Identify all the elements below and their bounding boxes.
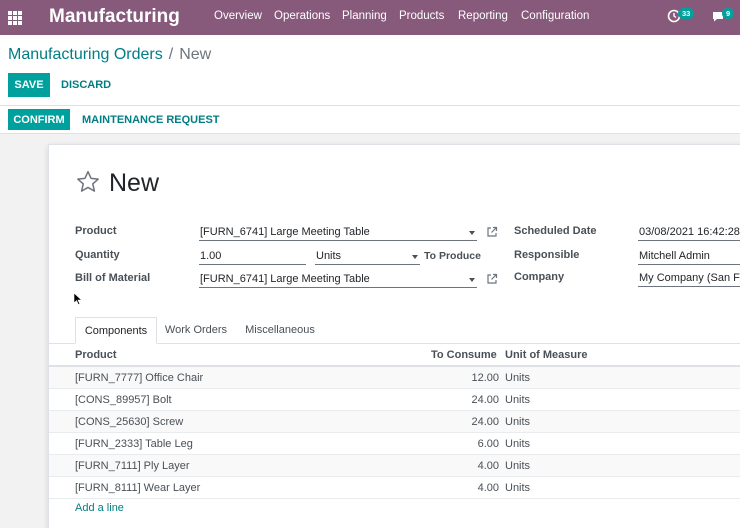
apps-grid-icon[interactable] [8, 11, 22, 25]
bom-value: [FURN_6741] Large Meeting Table [200, 273, 370, 285]
breadcrumb: Manufacturing Orders / New [8, 46, 211, 64]
quantity-label: Quantity [75, 249, 120, 261]
star-icon[interactable] [75, 169, 101, 195]
app-brand[interactable]: Manufacturing [49, 6, 180, 28]
notebook-tabs: Components Work Orders Miscellaneous [49, 317, 740, 344]
row-uom: Units [505, 460, 531, 472]
row-uom: Units [505, 372, 531, 384]
row-product: [FURN_2333] Table Leg [75, 438, 193, 450]
tab-miscellaneous[interactable]: Miscellaneous [235, 317, 325, 344]
mouse-cursor-icon [73, 292, 83, 305]
scheduled-date-value: 03/08/2021 16:42:28 [639, 226, 740, 238]
menu-configuration[interactable]: Configuration [521, 10, 589, 22]
row-uom: Units [505, 482, 531, 494]
column-header-product[interactable]: Product [75, 349, 117, 361]
table-row[interactable]: [CONS_25630] Screw 24.00 Units [49, 411, 740, 433]
activity-button[interactable]: 33 [667, 8, 695, 26]
table-row[interactable]: [CONS_89957] Bolt 24.00 Units [49, 389, 740, 411]
row-to-consume: 6.00 [477, 438, 499, 450]
components-list: [FURN_7777] Office Chair 12.00 Units [CO… [49, 367, 740, 499]
breadcrumb-manufacturing-orders[interactable]: Manufacturing Orders [8, 46, 163, 63]
row-product: [FURN_7111] Ply Layer [75, 460, 190, 472]
bill-of-material-field[interactable]: [FURN_6741] Large Meeting Table [199, 271, 477, 288]
discard-button[interactable]: DISCARD [61, 79, 111, 91]
menu-planning[interactable]: Planning [342, 10, 387, 22]
scheduled-date-input[interactable]: 03/08/2021 16:42:28 [638, 224, 740, 241]
to-produce-label: To Produce [424, 250, 481, 262]
row-product: [CONS_89957] Bolt [75, 394, 172, 406]
caret-down-icon[interactable] [412, 255, 418, 259]
uom-value: Units [316, 250, 342, 262]
responsible-field[interactable]: Mitchell Admin [638, 248, 740, 265]
row-to-consume: 24.00 [471, 416, 499, 428]
breadcrumb-current: New [179, 46, 212, 63]
save-button[interactable]: SAVE [8, 73, 50, 97]
menu-products[interactable]: Products [399, 10, 444, 22]
scheduled-date-label: Scheduled Date [514, 225, 597, 237]
table-row[interactable]: [FURN_2333] Table Leg 6.00 Units [49, 433, 740, 455]
product-label: Product [75, 225, 117, 237]
add-line-link[interactable]: Add a line [75, 502, 124, 514]
row-to-consume: 12.00 [471, 372, 499, 384]
row-product: [FURN_8111] Wear Layer [75, 482, 201, 494]
statusbar: CONFIRM MAINTENANCE REQUEST [0, 106, 740, 134]
column-header-unit-of-measure[interactable]: Unit of Measure [505, 349, 588, 361]
form-sheet: New Product [FURN_6741] Large Meeting Ta… [48, 144, 740, 528]
record-title: New [109, 169, 160, 197]
external-link-icon[interactable] [486, 273, 498, 285]
breadcrumb-separator: / [168, 46, 174, 63]
table-row[interactable]: [FURN_8111] Wear Layer 4.00 Units [49, 477, 740, 499]
menu-reporting[interactable]: Reporting [458, 10, 508, 22]
company-field[interactable]: My Company (San Fra [638, 270, 740, 287]
row-uom: Units [505, 394, 531, 406]
column-header-to-consume[interactable]: To Consume [431, 349, 497, 361]
external-link-icon[interactable] [486, 226, 498, 238]
quantity-value: 1.00 [200, 250, 222, 262]
bill-of-material-label: Bill of Material [75, 272, 151, 284]
row-product: [CONS_25630] Screw [75, 416, 184, 428]
product-value: [FURN_6741] Large Meeting Table [200, 226, 370, 238]
row-uom: Units [505, 416, 531, 428]
tab-work-orders[interactable]: Work Orders [157, 317, 235, 344]
responsible-value: Mitchell Admin [639, 250, 710, 262]
tab-components[interactable]: Components [75, 317, 157, 344]
company-label: Company [514, 271, 565, 283]
maintenance-request-button[interactable]: MAINTENANCE REQUEST [82, 114, 220, 126]
row-to-consume: 4.00 [477, 482, 499, 494]
confirm-button[interactable]: CONFIRM [8, 109, 70, 130]
product-field[interactable]: [FURN_6741] Large Meeting Table [199, 224, 477, 241]
top-navbar: Manufacturing Overview Operations Planni… [0, 0, 740, 35]
caret-down-icon[interactable] [469, 278, 475, 282]
uom-select[interactable]: Units [315, 248, 420, 265]
row-product: [FURN_7777] Office Chair [75, 372, 204, 384]
table-row[interactable]: [FURN_7111] Ply Layer 4.00 Units [49, 455, 740, 477]
menu-overview[interactable]: Overview [214, 10, 262, 22]
activity-count-badge: 33 [678, 8, 695, 19]
menu-operations[interactable]: Operations [274, 10, 330, 22]
responsible-label: Responsible [514, 249, 580, 261]
quantity-input[interactable]: 1.00 [199, 248, 306, 265]
message-count-badge: 9 [722, 8, 735, 19]
row-uom: Units [505, 438, 531, 450]
control-panel: Manufacturing Orders / New SAVE DISCARD [0, 35, 740, 106]
row-to-consume: 4.00 [477, 460, 499, 472]
table-row[interactable]: [FURN_7777] Office Chair 12.00 Units [49, 367, 740, 389]
row-to-consume: 24.00 [471, 394, 499, 406]
caret-down-icon[interactable] [469, 231, 475, 235]
messages-button[interactable]: 9 [711, 8, 735, 26]
company-value: My Company (San Fra [639, 272, 740, 284]
